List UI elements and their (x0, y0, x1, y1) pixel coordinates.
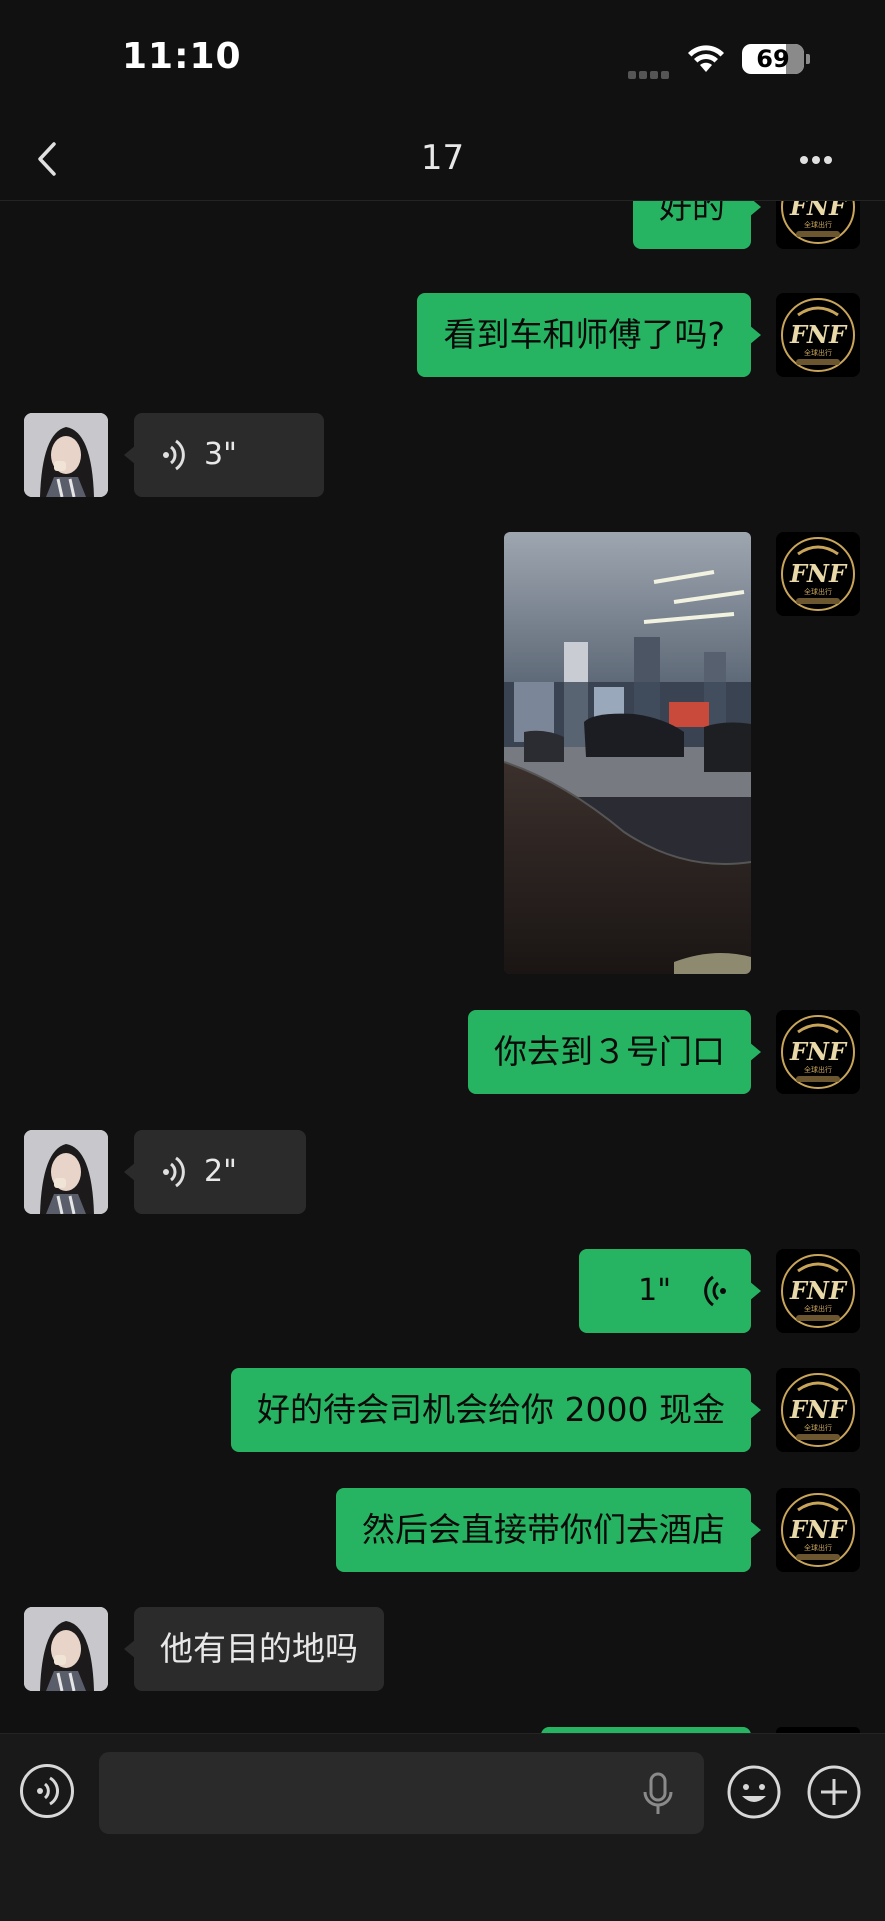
contact-avatar[interactable] (24, 413, 108, 497)
contact-photo-icon (24, 1607, 108, 1691)
sent-text-bubble[interactable]: 你去到３号门口 (468, 1010, 761, 1094)
fnf-logo-icon: FNF 全球出行 (776, 1249, 860, 1333)
contact-photo-icon (24, 413, 108, 497)
fnf-logo-icon: FNF 全球出行 (776, 532, 860, 616)
contact-avatar[interactable] (24, 1607, 108, 1691)
voice-wave-icon (163, 1156, 185, 1188)
voice-input-toggle-button[interactable] (20, 1764, 74, 1818)
svg-text:FNF: FNF (789, 201, 848, 221)
self-avatar[interactable]: FNF 全球出行 (776, 201, 860, 249)
wifi-icon (688, 45, 724, 72)
fnf-logo-icon: FNF 全球出行 (776, 201, 860, 249)
emoji-icon[interactable] (726, 1764, 782, 1820)
photo-parking-area-icon (504, 532, 751, 974)
message-list[interactable]: 好的 FNF 全球出行 看到车和师傅了吗? FNF 全球出行 3" FNF 全球… (0, 201, 885, 1733)
received-voice-bubble[interactable]: 3" (124, 413, 324, 497)
sent-voice-bubble[interactable]: 1" (579, 1249, 761, 1333)
self-avatar[interactable]: FNF 全球出行 (776, 1010, 860, 1094)
self-avatar[interactable]: FNF 全球出行 (776, 532, 860, 616)
received-voice-bubble[interactable]: 2" (124, 1130, 306, 1214)
fnf-logo-icon: FNF 全球出行 (776, 1010, 860, 1094)
received-text-bubble[interactable]: 他有目的地吗 (124, 1607, 384, 1691)
svg-text:全球出行: 全球出行 (804, 1304, 832, 1313)
voice-duration: 2" (204, 1154, 237, 1189)
svg-text:全球出行: 全球出行 (804, 348, 832, 357)
voice-wave-icon (163, 439, 185, 471)
plus-icon[interactable] (806, 1764, 862, 1820)
voice-wave-icon (704, 1275, 726, 1307)
svg-text:FNF: FNF (789, 1276, 848, 1305)
svg-text:FNF: FNF (789, 1395, 848, 1424)
svg-text:FNF: FNF (789, 320, 848, 349)
microphone-icon[interactable] (640, 1772, 676, 1816)
voice-duration: 3" (204, 437, 237, 472)
fnf-logo-icon: FNF 全球出行 (776, 1488, 860, 1572)
voice-wave-icon (37, 1776, 60, 1806)
contact-photo-icon (24, 1130, 108, 1214)
fnf-logo-icon: FNF 全球出行 (776, 1368, 860, 1452)
svg-text:全球出行: 全球出行 (804, 587, 832, 596)
more-options-icon[interactable] (800, 146, 856, 174)
voice-duration: 1" (638, 1273, 671, 1308)
battery-icon: 69 (742, 44, 804, 74)
cellular-signal-icon (628, 64, 672, 83)
svg-text:全球出行: 全球出行 (804, 1543, 832, 1552)
status-bar: 11:10 69 (0, 0, 885, 120)
svg-text:全球出行: 全球出行 (804, 220, 832, 229)
message-input[interactable] (99, 1752, 704, 1834)
svg-text:FNF: FNF (789, 559, 848, 588)
sent-photo[interactable] (504, 532, 751, 974)
svg-text:全球出行: 全球出行 (804, 1423, 832, 1432)
sent-text-bubble[interactable]: 看到车和师傅了吗? (417, 293, 761, 377)
self-avatar[interactable]: FNF 全球出行 (776, 293, 860, 377)
self-avatar[interactable]: FNF 全球出行 (776, 1368, 860, 1452)
self-avatar[interactable]: FNF 全球出行 (776, 1249, 860, 1333)
sent-text-bubble[interactable]: 然后会直接带你们去酒店 (336, 1488, 761, 1572)
battery-cap (806, 54, 810, 64)
fnf-logo-icon: FNF 全球出行 (776, 293, 860, 377)
svg-text:FNF: FNF (789, 1037, 848, 1066)
chat-title: 17 (420, 138, 465, 178)
battery-level: 69 (756, 45, 790, 73)
chat-header: 17 (0, 120, 885, 201)
svg-text:全球出行: 全球出行 (804, 1065, 832, 1074)
input-bar (0, 1733, 885, 1921)
self-avatar[interactable]: FNF 全球出行 (776, 1488, 860, 1572)
sent-text-bubble[interactable]: 好的待会司机会给你 2000 现金 (231, 1368, 761, 1452)
svg-text:FNF: FNF (789, 1515, 848, 1544)
sent-text-bubble[interactable]: 好的 (633, 201, 761, 249)
status-time: 11:10 (122, 36, 242, 77)
contact-avatar[interactable] (24, 1130, 108, 1214)
